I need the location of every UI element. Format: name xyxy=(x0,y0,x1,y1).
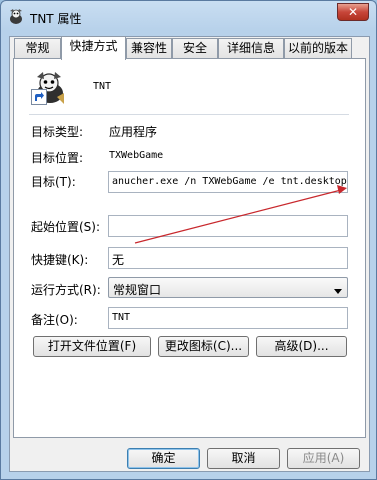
chevron-down-icon xyxy=(334,284,342,294)
hotkey-field[interactable]: 无 xyxy=(108,247,348,269)
change-icon-button[interactable]: 更改图标(C)... xyxy=(158,336,249,357)
divider xyxy=(29,114,349,115)
tab-security[interactable]: 安全 xyxy=(172,38,218,58)
shortcut-name: TNT xyxy=(93,81,112,92)
comment-field-value: TNT xyxy=(112,312,131,323)
tab-previous-versions[interactable]: 以前的版本 xyxy=(284,38,352,58)
target-location-value: TXWebGame xyxy=(109,150,164,161)
target-type-label: 目标类型: xyxy=(31,125,84,139)
close-button[interactable]: ✕ xyxy=(337,3,369,21)
run-select-value: 常规窗口 xyxy=(113,283,162,297)
tab-compatibility[interactable]: 兼容性 xyxy=(126,38,172,58)
target-field[interactable]: anucher.exe /n TXWebGame /e tnt.desktop xyxy=(108,171,348,193)
comment-label: 备注(O): xyxy=(31,313,78,327)
tab-shortcut[interactable]: 快捷方式 xyxy=(61,36,126,60)
target-label: 目标(T): xyxy=(31,175,76,189)
target-type-value: 应用程序 xyxy=(109,125,158,139)
target-field-value: anucher.exe /n TXWebGame /e tnt.desktop xyxy=(112,176,347,187)
tnt-app-icon xyxy=(7,8,25,25)
cancel-button[interactable]: 取消 xyxy=(207,448,280,469)
advanced-button[interactable]: 高级(D)... xyxy=(256,336,347,357)
apply-button[interactable]: 应用(A) xyxy=(287,448,360,469)
open-file-location-button[interactable]: 打开文件位置(F) xyxy=(33,336,151,357)
run-select[interactable]: 常规窗口 xyxy=(108,277,348,298)
hotkey-field-value: 无 xyxy=(112,253,125,267)
title-bar[interactable]: TNT 属性 ✕ xyxy=(1,1,376,31)
start-in-label: 起始位置(S): xyxy=(31,220,101,234)
ok-button[interactable]: 确定 xyxy=(127,448,200,469)
start-in-field[interactable] xyxy=(108,215,348,237)
properties-window: TNT 属性 ✕ 常规 快捷方式 兼容性 安全 详细信息 以前的版本 TNT 目… xyxy=(0,0,377,480)
run-label: 运行方式(R): xyxy=(31,283,101,297)
hotkey-label: 快捷键(K): xyxy=(31,253,89,267)
target-location-label: 目标位置: xyxy=(31,151,84,165)
tab-details[interactable]: 详细信息 xyxy=(218,38,284,58)
window-title: TNT 属性 xyxy=(30,12,82,26)
shortcut-arrow-icon xyxy=(31,89,47,105)
comment-field[interactable]: TNT xyxy=(108,307,348,329)
tab-general[interactable]: 常规 xyxy=(14,38,61,58)
